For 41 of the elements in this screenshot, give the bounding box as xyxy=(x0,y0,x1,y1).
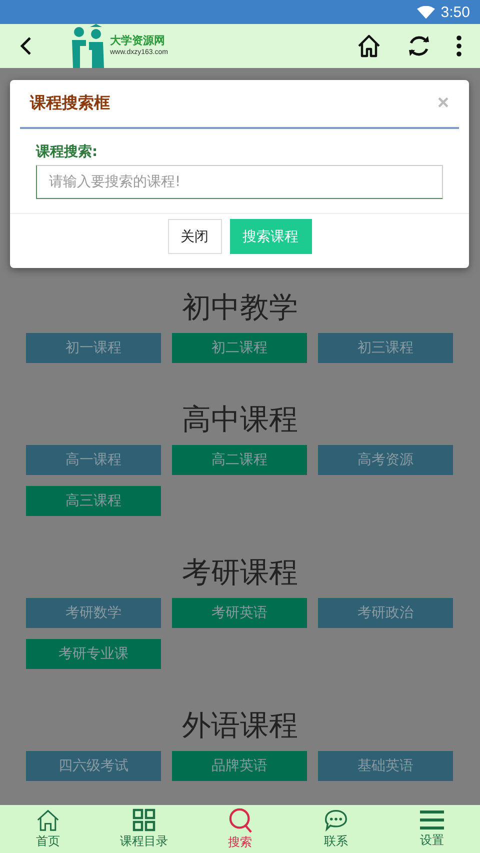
more-icon[interactable] xyxy=(456,35,462,57)
search-icon xyxy=(228,808,252,832)
search-field[interactable]: 请输入要搜索的课程! xyxy=(36,165,443,199)
course-button[interactable]: 初二课程 xyxy=(172,333,307,363)
section-heading: 考研课程 xyxy=(181,554,299,590)
course-button[interactable]: 高考资源 xyxy=(318,445,453,475)
section-heading: 高中课程 xyxy=(181,401,299,437)
nav-tab[interactable]: 课程目录 xyxy=(104,805,184,853)
course-button[interactable]: 初三课程 xyxy=(318,333,453,363)
course-button[interactable]: 初一课程 xyxy=(26,333,161,363)
course-button[interactable]: 考研数学 xyxy=(26,598,161,628)
dialog-title: 课程搜索框 xyxy=(30,93,110,114)
grid-icon xyxy=(132,808,156,832)
nav-tab[interactable]: 搜索 xyxy=(200,805,280,853)
section-heading: 初中教学 xyxy=(181,289,299,325)
logo-icon xyxy=(70,24,106,68)
course-button[interactable]: 基础英语 xyxy=(318,751,453,781)
nav-tab[interactable]: 首页 xyxy=(8,805,88,853)
close-button[interactable]: × xyxy=(437,92,449,115)
course-button[interactable]: 考研专业课 xyxy=(26,639,161,669)
course-button[interactable]: 高二课程 xyxy=(172,445,307,475)
close-text-button[interactable]: 关闭 xyxy=(168,219,222,254)
nav-tab[interactable]: 联系 xyxy=(296,805,376,853)
course-button[interactable]: 品牌英语 xyxy=(172,751,307,781)
clock-text: 3:50 xyxy=(440,4,470,20)
course-button[interactable]: 考研英语 xyxy=(172,598,307,628)
search-button[interactable]: 搜索课程 xyxy=(230,219,312,254)
section-heading: 外语课程 xyxy=(181,707,299,743)
wifi-icon xyxy=(416,6,435,18)
field-label: 课程搜索: xyxy=(36,143,99,161)
course-button[interactable]: 考研政治 xyxy=(318,598,453,628)
course-button[interactable]: 高三课程 xyxy=(26,486,161,516)
course-button[interactable]: 四六级考试 xyxy=(26,751,161,781)
menu-icon xyxy=(420,809,444,831)
home-icon[interactable] xyxy=(356,33,382,59)
chat-icon xyxy=(324,808,348,832)
home-icon xyxy=(36,808,60,832)
back-icon[interactable] xyxy=(20,36,32,56)
course-button[interactable]: 高一课程 xyxy=(26,445,161,475)
nav-tab[interactable]: 设置 xyxy=(392,805,472,853)
logo-title: 大学资源网 xyxy=(110,34,166,48)
